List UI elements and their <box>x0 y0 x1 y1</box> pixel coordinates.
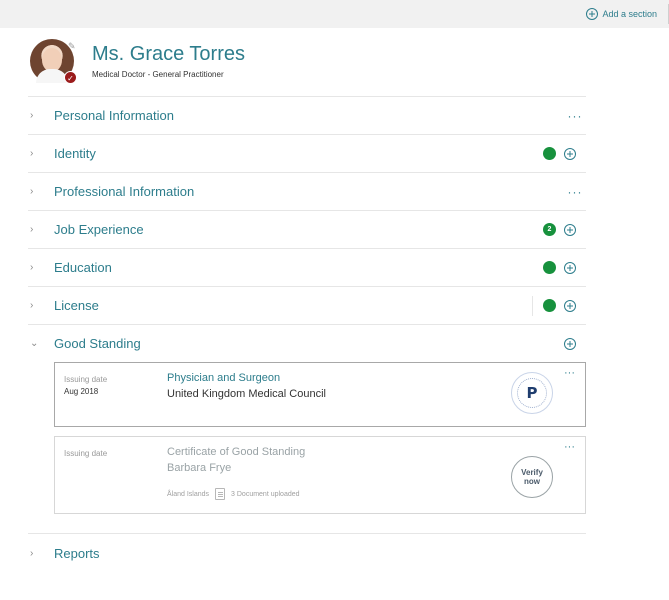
section-label: Personal Information <box>54 108 174 123</box>
certificate-card[interactable]: Issuing date Aug 2018 Physician and Surg… <box>54 362 586 427</box>
section-good-standing[interactable]: ⌄ Good Standing <box>28 324 586 362</box>
verify-now-button[interactable]: Verify now <box>511 456 553 498</box>
section-label: Job Experience <box>54 222 144 237</box>
verify-label-line2: now <box>523 477 540 486</box>
section-personal-information[interactable]: › Personal Information ··· <box>28 96 586 134</box>
add-section-button[interactable]: Add a section <box>586 8 657 20</box>
avatar[interactable]: ✎ ✓ <box>30 39 77 84</box>
section-label: License <box>54 298 99 313</box>
more-icon[interactable]: ··· <box>564 109 586 123</box>
certificate-location: Åland Islands <box>167 490 210 498</box>
documents-count: 3 Document uploaded <box>231 490 300 498</box>
profile-name: Ms. Grace Torres <box>92 43 245 65</box>
plus-circle-icon[interactable] <box>564 299 576 312</box>
chevron-right-icon: › <box>30 148 34 159</box>
chevron-right-icon: › <box>30 224 34 235</box>
section-job-experience[interactable]: › Job Experience 2 <box>28 210 586 248</box>
document-icon <box>215 488 226 500</box>
verified-seal-icon: P <box>511 372 553 414</box>
plus-circle-icon[interactable] <box>564 223 576 236</box>
issuing-date-label: Issuing date <box>64 449 108 458</box>
issuing-date-label: Issuing date <box>64 375 108 384</box>
count-badge: 2 <box>543 223 556 236</box>
plus-circle-icon[interactable] <box>564 147 576 160</box>
status-complete-icon <box>543 147 556 160</box>
good-standing-content: Issuing date Aug 2018 Physician and Surg… <box>28 362 586 520</box>
check-icon: ✓ <box>64 71 77 84</box>
chevron-down-icon: ⌄ <box>30 338 39 349</box>
plus-circle-icon[interactable] <box>564 261 576 274</box>
chevron-right-icon: › <box>30 110 34 121</box>
certificate-title: Physician and Surgeon <box>167 372 281 384</box>
more-icon[interactable]: ··· <box>564 367 575 379</box>
certificate-title: Certificate of Good Standing <box>167 446 306 458</box>
status-complete-icon <box>543 299 556 312</box>
section-reports[interactable]: › Reports <box>28 533 586 573</box>
certificate-issuer: Barbara Frye <box>167 462 232 474</box>
section-license[interactable]: › License <box>28 286 586 324</box>
top-bar: Add a section <box>0 0 669 28</box>
divider <box>532 295 533 316</box>
section-professional-information[interactable]: › Professional Information ··· <box>28 172 586 210</box>
certificate-issuer: United Kingdom Medical Council <box>167 388 326 400</box>
section-label: Identity <box>54 146 96 161</box>
section-label: Good Standing <box>54 336 141 351</box>
issuing-date: Aug 2018 <box>64 387 99 396</box>
section-label: Reports <box>54 546 100 561</box>
section-education[interactable]: › Education <box>28 248 586 286</box>
profile-title: Medical Doctor - General Practitioner <box>92 70 224 79</box>
plus-circle-icon[interactable] <box>564 337 576 350</box>
verify-label-line1: Verify <box>521 468 543 477</box>
pencil-icon[interactable]: ✎ <box>68 41 76 52</box>
add-section-label: Add a section <box>602 9 657 19</box>
certificate-card[interactable]: Issuing date Certificate of Good Standin… <box>54 436 586 514</box>
section-label: Professional Information <box>54 184 195 199</box>
chevron-right-icon: › <box>30 262 34 273</box>
chevron-right-icon: › <box>30 300 34 311</box>
chevron-right-icon: › <box>30 548 34 559</box>
status-complete-icon <box>543 261 556 274</box>
more-icon[interactable]: ··· <box>564 441 575 453</box>
profile-header: ✎ ✓ Ms. Grace Torres Medical Doctor - Ge… <box>30 39 245 84</box>
section-list: › Personal Information ··· › Identity › … <box>28 96 586 520</box>
more-icon[interactable]: ··· <box>564 185 586 199</box>
section-identity[interactable]: › Identity <box>28 134 586 172</box>
section-label: Education <box>54 260 112 275</box>
plus-circle-icon <box>586 8 599 20</box>
certificate-meta: Åland Islands 3 Document uploaded <box>167 488 300 500</box>
chevron-right-icon: › <box>30 186 34 197</box>
